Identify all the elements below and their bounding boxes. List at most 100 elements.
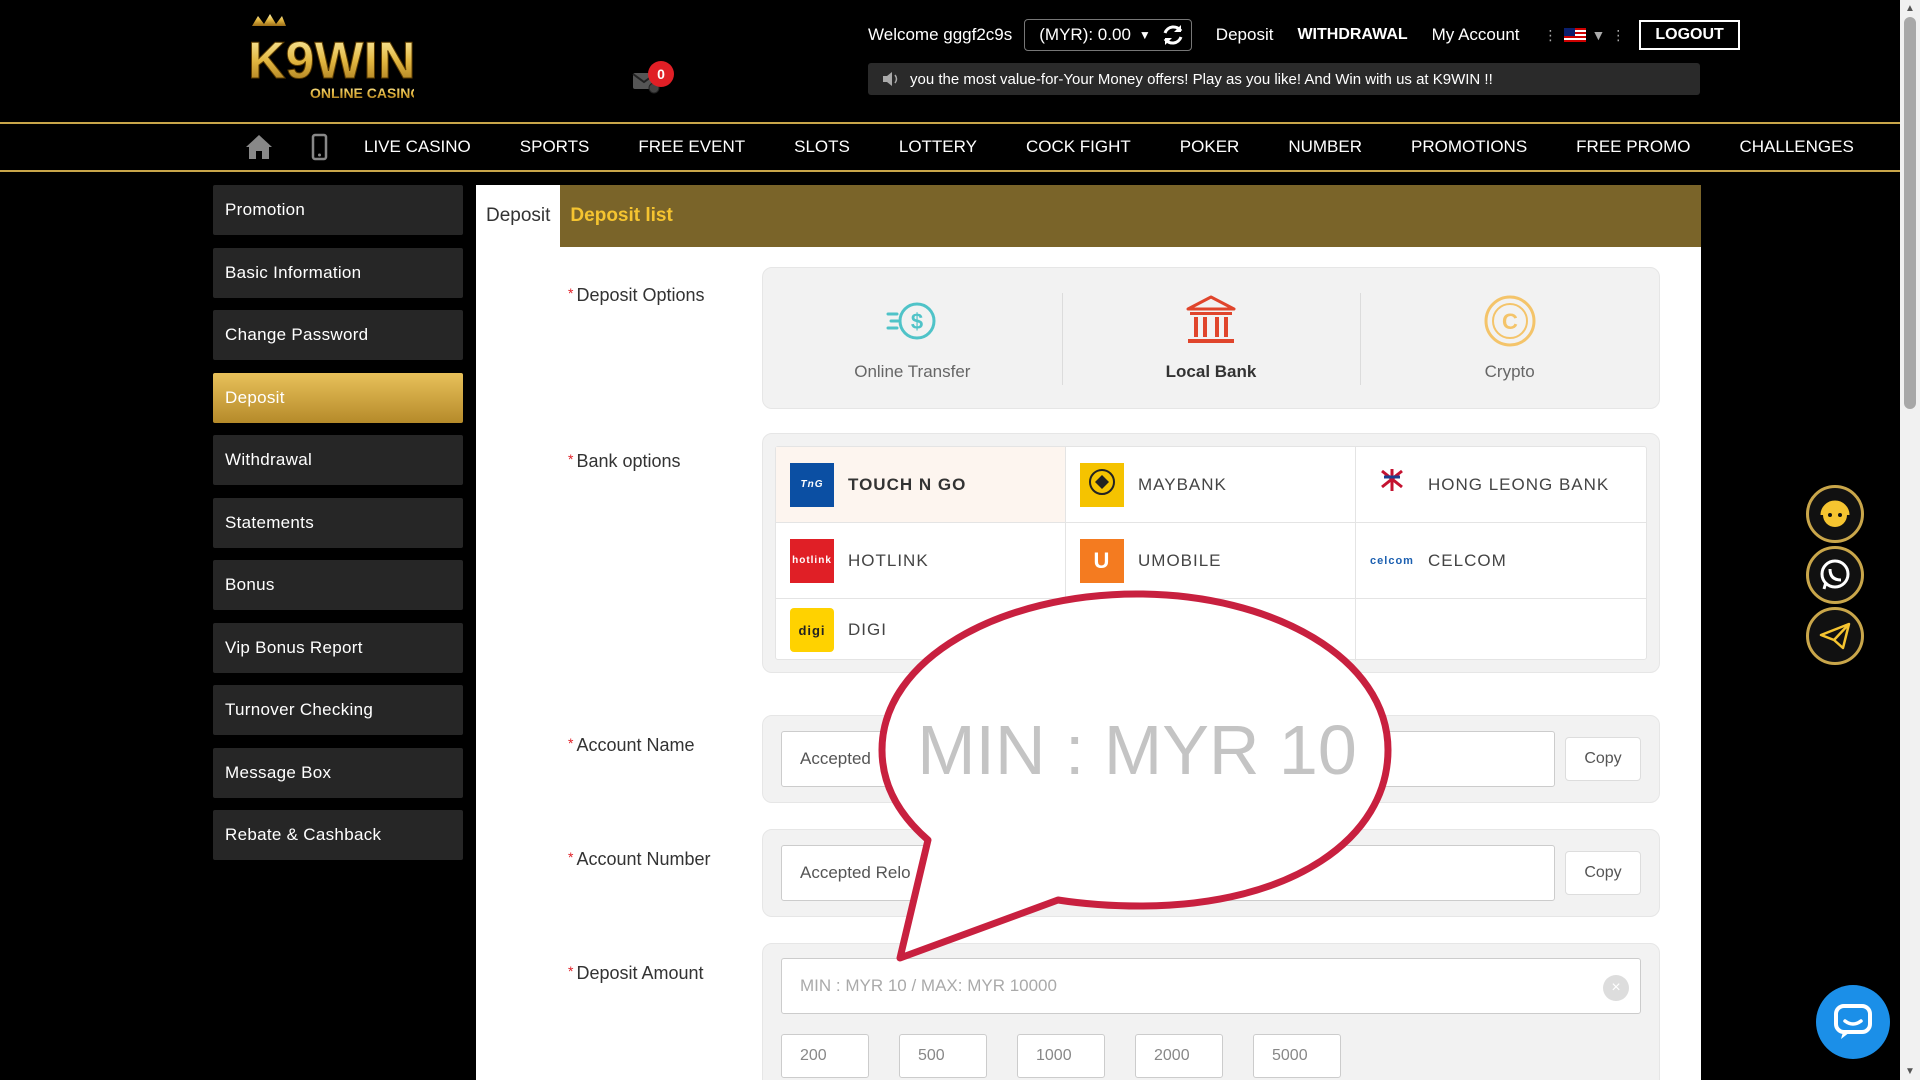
live-chat-button[interactable] [1816, 985, 1890, 1059]
bank-options-group: TnG TOUCH N GO MAYBANK HONG LEONG BANK h… [762, 433, 1660, 673]
nav-free-promo[interactable]: FREE PROMO [1576, 137, 1690, 157]
svg-text:ONLINE CASINO: ONLINE CASINO [310, 85, 414, 101]
header: K9WIN ONLINE CASINO 0 Welcome gggf2c9s (… [0, 0, 1900, 122]
scroll-down-arrow-icon[interactable]: ▼ [1900, 1063, 1920, 1080]
nav-slots[interactable]: SLOTS [794, 137, 850, 157]
bank-empty-cell [1066, 599, 1356, 661]
svg-text:C: C [1502, 309, 1518, 334]
sidebar-item-change-password[interactable]: Change Password [213, 310, 463, 360]
nav-poker[interactable]: POKER [1180, 137, 1240, 157]
bank-touch-n-go[interactable]: TnG TOUCH N GO [776, 447, 1066, 523]
deposit-option-label: Crypto [1484, 362, 1535, 381]
refresh-icon[interactable] [1161, 23, 1185, 47]
bank-maybank[interactable]: MAYBANK [1066, 447, 1356, 523]
telegram-button[interactable] [1806, 607, 1864, 665]
deposit-link[interactable]: Deposit [1216, 25, 1274, 45]
crypto-coin-icon: C [1484, 295, 1536, 347]
bank-umobile[interactable]: U UMOBILE [1066, 523, 1356, 599]
home-icon[interactable] [244, 132, 274, 162]
k9win-logo[interactable]: K9WIN ONLINE CASINO [246, 12, 421, 108]
touch-n-go-logo-icon: TnG [790, 462, 834, 507]
tab-deposit-list[interactable]: Deposit list [560, 185, 682, 247]
account-sidebar: Promotion Basic Information Change Passw… [213, 185, 463, 873]
sidebar-item-statements[interactable]: Statements [213, 497, 463, 548]
celcom-logo-icon: celcom [1370, 554, 1414, 567]
deposit-amount-group: × 200 500 1000 2000 5000 [762, 943, 1660, 1080]
main-nav: LIVE CASINO SPORTS FREE EVENT SLOTS LOTT… [0, 122, 1900, 172]
svg-text:K9WIN: K9WIN [248, 32, 414, 90]
copy-account-name-button[interactable]: Copy [1565, 737, 1641, 781]
marquee-text: you the most value-for-Your Money offers… [910, 70, 1493, 88]
whatsapp-button[interactable] [1806, 546, 1864, 604]
bank-name: UMOBILE [1138, 550, 1222, 570]
account-number-field[interactable] [781, 845, 1555, 901]
malaysia-flag-icon [1563, 28, 1586, 42]
page-scrollbar[interactable]: ▲ ▼ [1900, 0, 1920, 1080]
hong-leong-logo-icon [1370, 463, 1414, 507]
quick-amount-500[interactable]: 500 [899, 1034, 987, 1078]
quick-amount-5000[interactable]: 5000 [1253, 1034, 1341, 1078]
sidebar-item-deposit[interactable]: Deposit [213, 372, 463, 423]
deposit-option-local-bank[interactable]: Local Bank [1061, 268, 1361, 408]
account-name-field[interactable] [781, 731, 1555, 787]
chat-bubble-icon [1834, 1004, 1872, 1039]
mobile-icon[interactable] [304, 132, 334, 162]
deposit-option-label: Online Transfer [854, 362, 971, 381]
top-links: Welcome gggf2c9s (MYR): 0.00 ▼ Deposit W… [868, 18, 1740, 52]
withdrawal-link[interactable]: WITHDRAWAL [1297, 26, 1407, 44]
sidebar-item-withdrawal[interactable]: Withdrawal [213, 435, 463, 485]
bank-name: DIGI [848, 620, 887, 639]
quick-amounts: 200 500 1000 2000 5000 [781, 1034, 1641, 1078]
clear-icon[interactable]: × [1603, 975, 1629, 1001]
live-support-button[interactable] [1806, 485, 1864, 543]
sidebar-item-message-box[interactable]: Message Box [213, 747, 463, 798]
bank-hotlink[interactable]: hotlink HOTLINK [776, 523, 1066, 599]
quick-amount-1000[interactable]: 1000 [1017, 1034, 1105, 1078]
scrollbar-thumb[interactable] [1904, 17, 1916, 409]
nav-promotions[interactable]: PROMOTIONS [1411, 137, 1527, 157]
deposit-panel: Deposit Deposit list * Deposit Options $ … [476, 185, 1701, 1080]
umobile-logo-icon: U [1080, 538, 1124, 583]
bank-name: MAYBANK [1138, 474, 1227, 494]
tab-deposit[interactable]: Deposit [476, 185, 561, 247]
caret-down-icon: ▼ [1138, 28, 1151, 42]
nav-number[interactable]: NUMBER [1288, 137, 1362, 157]
divider-dots: ⋮ [1611, 26, 1626, 43]
my-account-link[interactable]: My Account [1432, 25, 1520, 45]
scroll-up-arrow-icon[interactable]: ▲ [1900, 0, 1920, 17]
account-number-label: * Account Number [568, 849, 711, 869]
bank-name: HONG LEONG BANK [1428, 474, 1610, 494]
deposit-amount-input[interactable] [781, 958, 1641, 1014]
caret-down-icon: ▼ [1591, 27, 1606, 43]
nav-challenges[interactable]: CHALLENGES [1739, 137, 1853, 157]
logout-button[interactable]: LOGOUT [1639, 20, 1740, 50]
sidebar-item-bonus[interactable]: Bonus [213, 560, 463, 610]
nav-live-casino[interactable]: LIVE CASINO [364, 137, 471, 157]
balance-selector[interactable]: (MYR): 0.00 ▼ [1024, 19, 1192, 51]
nav-cock-fight[interactable]: COCK FIGHT [1026, 137, 1131, 157]
whatsapp-icon [1820, 559, 1850, 590]
quick-amount-2000[interactable]: 2000 [1135, 1034, 1223, 1078]
sidebar-item-turnover-checking[interactable]: Turnover Checking [213, 685, 463, 735]
copy-account-number-button[interactable]: Copy [1565, 851, 1641, 895]
bank-name: CELCOM [1428, 550, 1507, 570]
bank-digi[interactable]: digi DIGI [776, 599, 1066, 661]
nav-sports[interactable]: SPORTS [520, 137, 590, 157]
sidebar-item-promotion[interactable]: Promotion [213, 185, 463, 235]
nav-lottery[interactable]: LOTTERY [899, 137, 977, 157]
nav-free-event[interactable]: FREE EVENT [638, 137, 745, 157]
deposit-option-crypto[interactable]: C Crypto [1360, 268, 1659, 408]
deposit-options-label: * Deposit Options [568, 285, 705, 305]
divider-dots: ⋮ [1543, 26, 1558, 43]
welcome-text: Welcome gggf2c9s [868, 25, 1013, 44]
telegram-icon [1819, 622, 1851, 650]
quick-amount-200[interactable]: 200 [781, 1034, 869, 1078]
bank-hong-leong[interactable]: HONG LEONG BANK [1356, 447, 1646, 523]
sidebar-item-vip-bonus-report[interactable]: Vip Bonus Report [213, 622, 463, 673]
bank-celcom[interactable]: celcom CELCOM [1356, 523, 1646, 599]
language-selector[interactable]: ⋮ ▼ ⋮ [1544, 27, 1626, 44]
sidebar-item-basic-information[interactable]: Basic Information [213, 247, 463, 298]
deposit-tabs: Deposit Deposit list [476, 185, 1701, 247]
deposit-option-online-transfer[interactable]: $ Online Transfer [763, 268, 1062, 408]
sidebar-item-rebate-cashback[interactable]: Rebate & Cashback [213, 810, 463, 860]
